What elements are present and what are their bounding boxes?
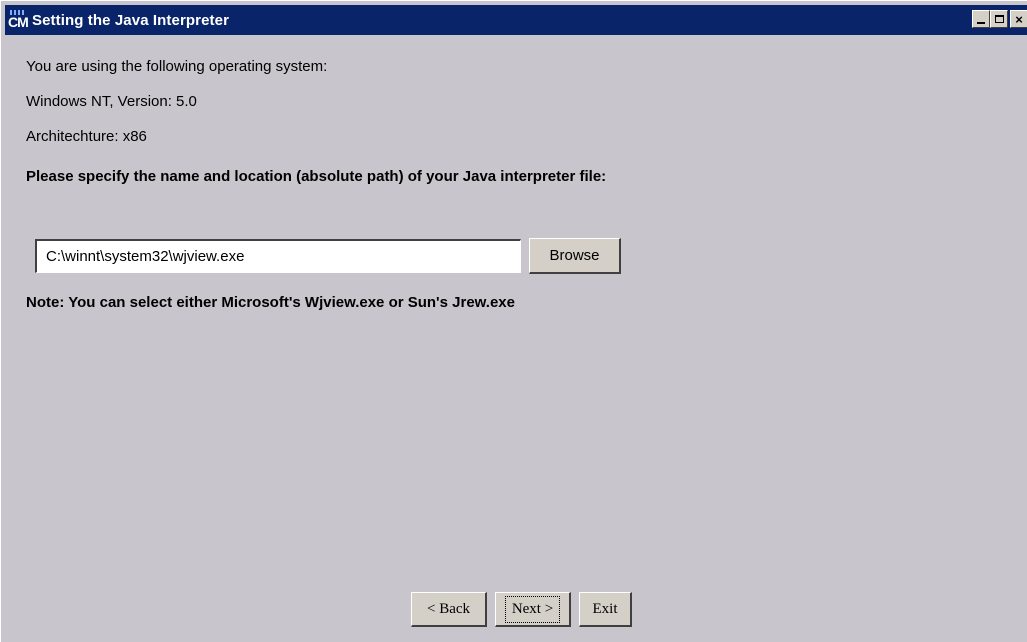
interpreter-path-input[interactable]	[35, 239, 521, 273]
exit-button[interactable]: Exit	[579, 592, 632, 627]
maximize-button[interactable]	[990, 10, 1008, 28]
os-intro-label: You are using the following operating sy…	[26, 58, 328, 75]
installer-window: CM Setting the Java Interpreter × You ar…	[0, 0, 1027, 642]
next-button-label: Next >	[504, 595, 561, 623]
interpreter-note: Note: You can select either Microsoft's …	[26, 294, 515, 311]
window-controls: ×	[972, 10, 1027, 28]
browse-button[interactable]: Browse	[529, 238, 621, 274]
title-bar[interactable]: CM Setting the Java Interpreter ×	[5, 5, 1027, 35]
window-title: Setting the Java Interpreter	[32, 11, 230, 29]
close-icon: ×	[1015, 11, 1023, 27]
next-button[interactable]: Next >	[495, 592, 571, 627]
os-version-label: Windows NT, Version: 5.0	[26, 93, 197, 110]
close-button[interactable]: ×	[1010, 10, 1027, 28]
maximize-icon	[994, 15, 1004, 23]
interpreter-prompt: Please specify the name and location (ab…	[26, 168, 607, 185]
back-button[interactable]: < Back	[411, 592, 487, 627]
architecture-label: Architechture: x86	[26, 128, 147, 145]
minimize-button[interactable]	[972, 10, 990, 28]
minimize-icon	[977, 22, 985, 24]
app-icon: CM	[8, 10, 29, 30]
